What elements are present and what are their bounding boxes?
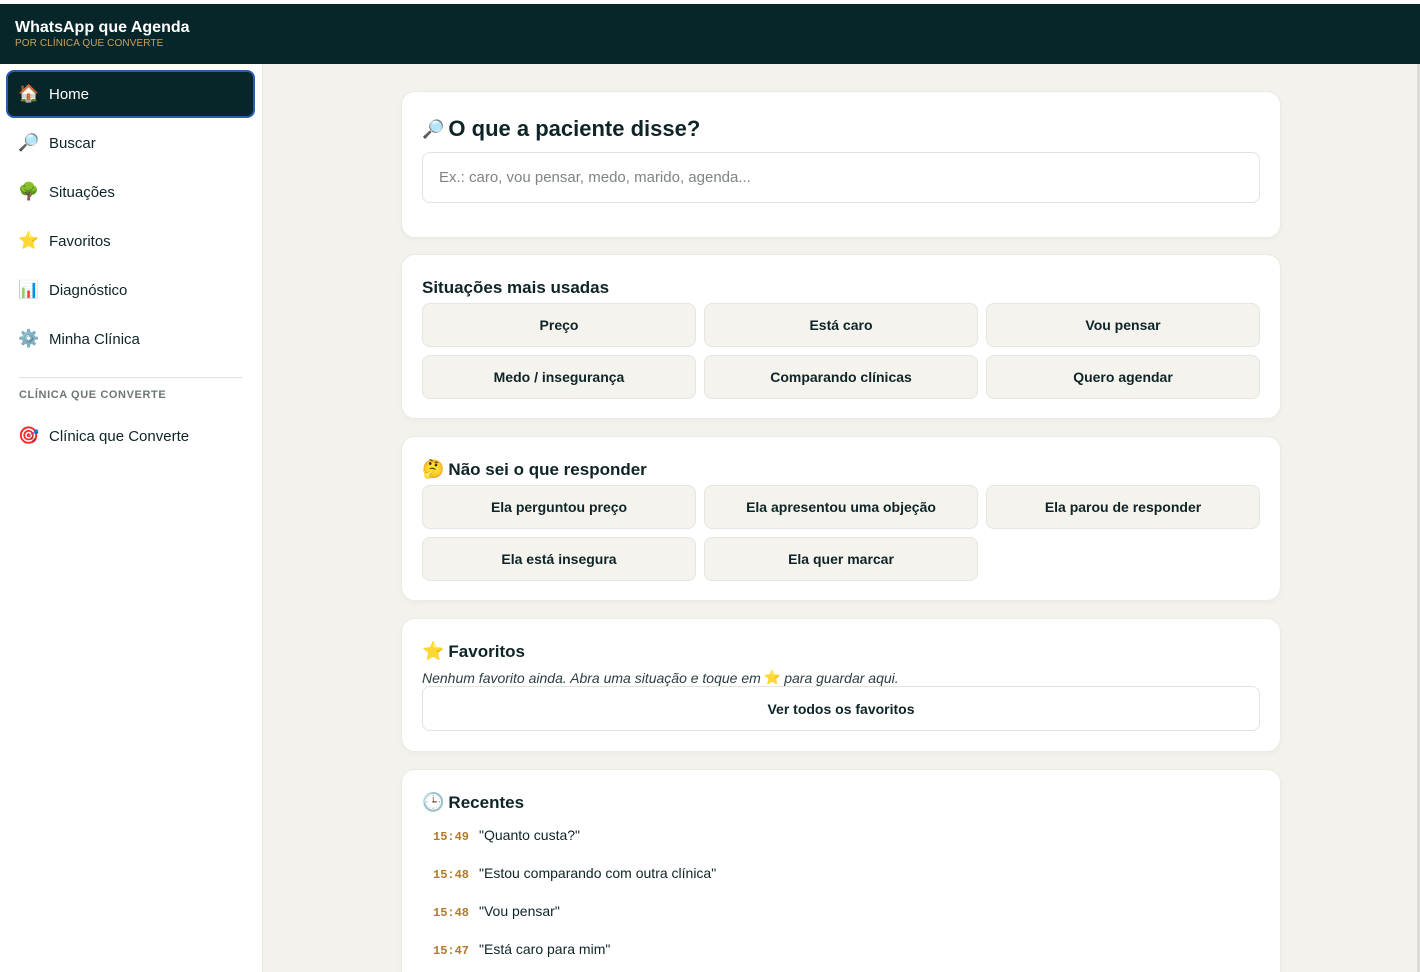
star-icon: ⭐ (422, 641, 445, 661)
favoritos-empty-text: Nenhum favorito ainda. Abra uma situação… (422, 669, 761, 686)
recent-time: 15:47 (433, 944, 470, 958)
situacoes-card: Situações mais usadas Preço Está caro Vo… (401, 254, 1281, 419)
favoritos-empty-text-end: para guardar aqui. (784, 669, 899, 686)
ver-todos-favoritos-button[interactable]: Ver todos os favoritos (422, 686, 1260, 731)
recent-item[interactable]: 15:48 "Vou pensar" (433, 903, 560, 920)
situacao-comparando-button[interactable]: Comparando clínicas (704, 355, 978, 399)
recent-text: "Quanto custa?" (479, 827, 581, 843)
favoritos-empty-message: Nenhum favorito ainda. Abra uma situação… (422, 669, 899, 686)
recent-time: 15:48 (433, 868, 470, 882)
sidebar-item-minha-clinica[interactable]: ⚙️ Minha Clínica (6, 315, 255, 363)
situacoes-title: Situações mais usadas (422, 278, 610, 297)
recentes-card: 🕒 Recentes 15:49 "Quanto custa?" 15:48 "… (401, 769, 1281, 972)
app-subtitle: POR CLÍNICA QUE CONVERTE (15, 38, 164, 49)
favoritos-card: ⭐ Favoritos Nenhum favorito ainda. Abra … (401, 618, 1281, 752)
nao-sei-title: 🤔 Não sei o que responder (422, 459, 647, 480)
house-icon: 🏠 (18, 84, 40, 103)
situacao-vou-pensar-button[interactable]: Vou pensar (986, 303, 1260, 347)
sidebar-item-label: Minha Clínica (49, 330, 140, 348)
star-icon: ⭐ (763, 669, 782, 685)
recent-item[interactable]: 15:47 "Está caro para mim" (433, 941, 610, 958)
gear-icon: ⚙️ (18, 329, 40, 348)
sidebar-item-buscar[interactable]: 🔎 Buscar (6, 119, 255, 167)
magnifier-icon: 🔎 (18, 133, 40, 152)
magnifier-icon: 🔎 (422, 118, 445, 139)
recent-time: 15:49 (433, 830, 470, 844)
sidebar-item-favoritos[interactable]: ⭐ Favoritos (6, 217, 255, 265)
app-title: WhatsApp que Agenda (15, 19, 190, 36)
nao-sei-card: 🤔 Não sei o que responder Ela perguntou … (401, 436, 1281, 601)
thinking-face-icon: 🤔 (422, 459, 445, 479)
search-title-text: O que a paciente disse? (448, 116, 701, 141)
situacao-medo-button[interactable]: Medo / insegurança (422, 355, 696, 399)
sidebar-item-situacoes[interactable]: 🌳 Situações (6, 168, 255, 216)
ela-esta-insegura-button[interactable]: Ela está insegura (422, 537, 696, 581)
sidebar-item-home[interactable]: 🏠 Home (6, 70, 255, 118)
ela-apresentou-objecao-button[interactable]: Ela apresentou uma objeção (704, 485, 978, 529)
sidebar-item-diagnostico[interactable]: 📊 Diagnóstico (6, 266, 255, 314)
recentes-title-text: Recentes (448, 792, 525, 812)
situacao-quero-agendar-button[interactable]: Quero agendar (986, 355, 1260, 399)
recent-text: "Estou comparando com outra clínica" (479, 865, 717, 881)
search-card: 🔎 O que a paciente disse? (401, 91, 1281, 238)
favoritos-title-text: Favoritos (448, 641, 525, 661)
recent-item[interactable]: 15:49 "Quanto custa?" (433, 827, 580, 844)
ela-quer-marcar-button[interactable]: Ela quer marcar (704, 537, 978, 581)
sidebar-item-label: Buscar (49, 134, 96, 152)
ela-parou-de-responder-button[interactable]: Ela parou de responder (986, 485, 1260, 529)
clock-icon: 🕒 (422, 792, 445, 812)
sidebar-item-label: Diagnóstico (49, 281, 128, 299)
sidebar-item-label: Clínica que Converte (49, 427, 190, 445)
recent-item[interactable]: 15:48 "Estou comparando com outra clínic… (433, 865, 716, 882)
recent-text: "Está caro para mim" (479, 941, 611, 957)
sidebar-item-clinica-que-converte[interactable]: 🎯 Clínica que Converte (6, 412, 255, 460)
top-bar: WhatsApp que Agenda POR CLÍNICA QUE CONV… (0, 4, 1420, 64)
situacao-preco-button[interactable]: Preço (422, 303, 696, 347)
search-input[interactable] (422, 152, 1260, 203)
target-icon: 🎯 (18, 426, 40, 445)
page-title: 🔎 O que a paciente disse? (422, 116, 700, 142)
sidebar-section-label: CLÍNICA QUE CONVERTE (19, 389, 167, 401)
sidebar-divider (19, 377, 243, 378)
sidebar: 🏠 Home 🔎 Buscar 🌳 Situações ⭐ Favoritos … (0, 64, 263, 972)
favoritos-title: ⭐ Favoritos (422, 641, 525, 662)
recent-time: 15:48 (433, 906, 470, 920)
ela-perguntou-preco-button[interactable]: Ela perguntou preço (422, 485, 696, 529)
recent-text: "Vou pensar" (479, 903, 560, 919)
recentes-title: 🕒 Recentes (422, 792, 524, 813)
sidebar-item-label: Situações (49, 183, 115, 201)
star-icon: ⭐ (18, 231, 40, 250)
sidebar-item-label: Home (49, 85, 90, 103)
tree-icon: 🌳 (18, 182, 40, 201)
situacao-esta-caro-button[interactable]: Está caro (704, 303, 978, 347)
sidebar-item-label: Favoritos (49, 232, 111, 250)
nao-sei-title-text: Não sei o que responder (448, 459, 647, 479)
bar-chart-icon: 📊 (18, 280, 40, 299)
